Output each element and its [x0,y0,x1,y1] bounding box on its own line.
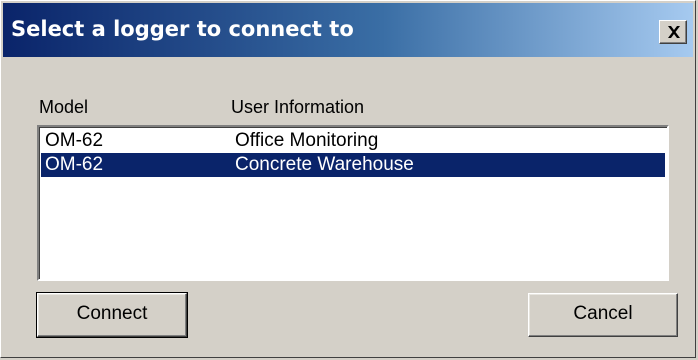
dialog-title: Select a logger to connect to [11,17,354,41]
column-header-user-information: User Information [231,97,365,117]
connect-button[interactable]: Connect [36,292,188,338]
column-header-model: Model [39,97,89,117]
close-x-icon [668,26,680,38]
list-row[interactable]: OM-62 Office Monitoring [41,129,665,153]
row-model: OM-62 [45,154,104,175]
title-bar[interactable]: Select a logger to connect to [3,3,693,57]
logger-select-dialog: Select a logger to connect to Model User… [0,0,696,358]
close-button[interactable] [659,20,687,44]
row-user-info: Office Monitoring [235,130,379,151]
cancel-button[interactable]: Cancel [528,293,678,337]
row-user-info: Concrete Warehouse [235,154,414,175]
list-row-selected[interactable]: OM-62 Concrete Warehouse [41,153,665,177]
row-model: OM-62 [45,130,104,151]
logger-list[interactable]: OM-62 Office Monitoring OM-62 Concrete W… [37,125,669,281]
